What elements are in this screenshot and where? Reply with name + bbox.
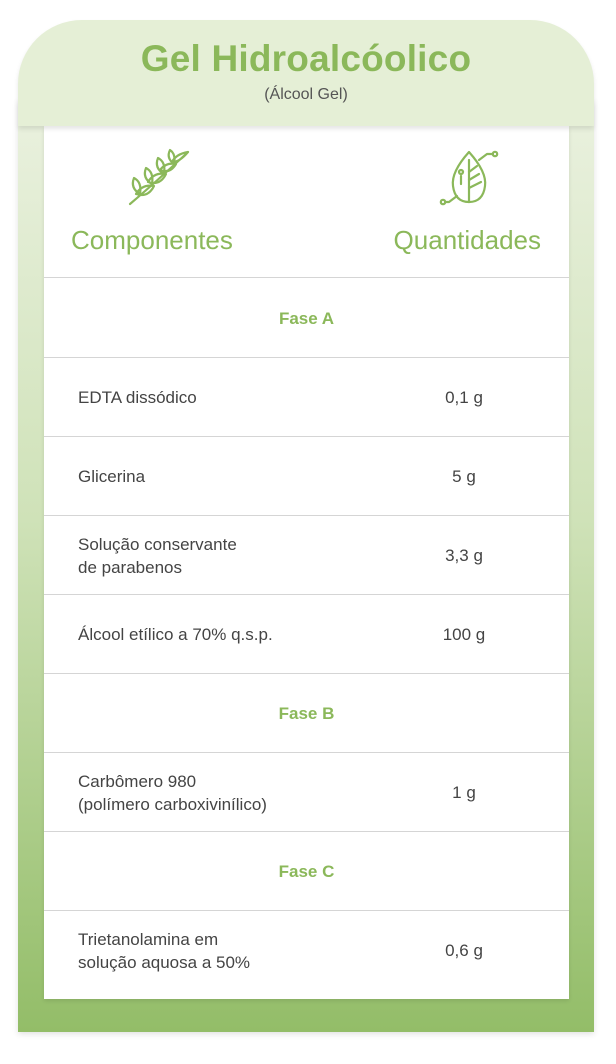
column-header: Componentes Quantidades: [44, 126, 569, 278]
phase-label: Fase B: [278, 704, 335, 723]
recipe-table: Componentes Quantidades Fase A EDTA dissó…: [44, 126, 569, 999]
component-name: Carbômero 980 (polímero carboxivinílico): [78, 771, 267, 814]
component-name: Solução conservante de parabenos: [78, 534, 237, 577]
component-name: Trietanolamina em solução aquosa a 50%: [78, 929, 251, 972]
page-title: Gel Hidroalcóolico: [140, 38, 472, 79]
phase-row: Fase C: [44, 832, 569, 911]
table-row: EDTA dissódico 0,1 g: [44, 358, 569, 437]
phase-label: Fase C: [278, 862, 335, 881]
component-name: EDTA dissódico: [78, 388, 197, 407]
component-name: Álcool etílico a 70% q.s.p.: [78, 625, 273, 644]
table-row: Trietanolamina em solução aquosa a 50% 0,…: [44, 911, 569, 990]
table-row: Solução conservante de parabenos 3,3 g: [44, 516, 569, 595]
component-quantity: 1 g: [452, 782, 476, 802]
phase-row: Fase B: [44, 674, 569, 753]
header-banner: Gel Hidroalcóolico (Álcool Gel): [18, 20, 594, 126]
table-row: Glicerina 5 g: [44, 437, 569, 516]
eco-leaf-icon: [439, 150, 499, 206]
page-subtitle: (Álcool Gel): [264, 86, 348, 103]
component-name: Glicerina: [78, 467, 146, 486]
leaves-icon: [128, 148, 190, 206]
component-quantity: 3,3 g: [445, 545, 483, 565]
component-quantity: 5 g: [452, 466, 476, 486]
table-row: Álcool etílico a 70% q.s.p. 100 g: [44, 595, 569, 674]
component-quantity: 0,6 g: [445, 940, 483, 960]
phase-label: Fase A: [278, 309, 335, 328]
phase-row: Fase A: [44, 279, 569, 358]
component-quantity: 100 g: [442, 624, 486, 644]
table-row: Carbômero 980 (polímero carboxivinílico)…: [44, 753, 569, 832]
column-label-quantities: Quantidades: [393, 225, 541, 255]
component-quantity: 0,1 g: [445, 387, 483, 407]
column-label-components: Componentes: [71, 225, 233, 255]
